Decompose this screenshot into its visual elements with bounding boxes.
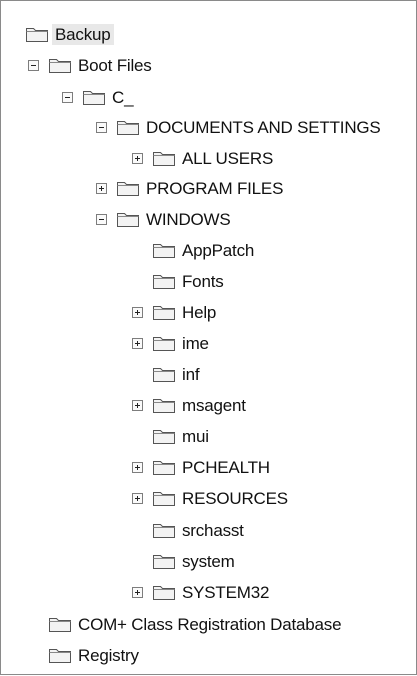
- toggle-spacer: [28, 619, 39, 630]
- tree-node-all-users[interactable]: ALL USERS: [132, 145, 273, 171]
- folder-icon: [152, 334, 176, 352]
- expand-toggle[interactable]: [132, 492, 143, 504]
- folder-icon: [116, 210, 140, 228]
- toggle-spacer: [28, 650, 39, 661]
- tree-node-label: DOCUMENTS AND SETTINGS: [146, 117, 381, 137]
- folder-icon: [48, 56, 72, 74]
- folder-icon: [82, 88, 106, 106]
- tree-node-resources[interactable]: RESOURCES: [132, 485, 288, 511]
- tree-node-mui[interactable]: mui: [132, 423, 209, 449]
- tree-node-ime[interactable]: ime: [132, 330, 209, 356]
- tree-node-label: PCHEALTH: [182, 457, 270, 477]
- tree-node-label: ALL USERS: [182, 148, 274, 168]
- toggle-spacer: [132, 556, 143, 567]
- folder-icon: [152, 272, 176, 290]
- tree-node-program-files[interactable]: PROGRAM FILES: [96, 175, 283, 201]
- tree-node-label: inf: [182, 364, 200, 384]
- expand-toggle[interactable]: [132, 152, 143, 164]
- folder-icon: [152, 458, 176, 476]
- folder-tree-panel: Backup Boot Files C_ DOCUMENTS AND SETTI…: [0, 0, 417, 675]
- tree-node-system32[interactable]: SYSTEM32: [132, 579, 269, 605]
- expand-toggle[interactable]: [132, 399, 143, 411]
- folder-icon: [152, 241, 176, 259]
- tree-node-label: Boot Files: [78, 55, 152, 75]
- tree-node-windows[interactable]: WINDOWS: [96, 206, 231, 232]
- tree-node-label: Backup: [52, 23, 114, 45]
- tree-node-label: srchasst: [182, 520, 244, 540]
- folder-icon: [152, 149, 176, 167]
- folder-icon: [152, 365, 176, 383]
- toggle-spacer: [132, 525, 143, 536]
- folder-icon: [152, 552, 176, 570]
- folder-icon: [152, 583, 176, 601]
- tree-node-label: PROGRAM FILES: [146, 178, 284, 198]
- tree-node-label: C_: [112, 87, 134, 107]
- collapse-toggle[interactable]: [62, 91, 73, 103]
- tree-node-label: WINDOWS: [146, 209, 231, 229]
- tree-node-label: Fonts: [182, 271, 224, 291]
- expand-toggle[interactable]: [132, 306, 143, 318]
- expand-toggle[interactable]: [96, 182, 107, 194]
- toggle-spacer: [132, 276, 143, 287]
- collapse-toggle[interactable]: [28, 59, 39, 71]
- folder-icon: [152, 521, 176, 539]
- tree-node-label: AppPatch: [182, 240, 255, 260]
- tree-node-backup[interactable]: Backup: [25, 21, 114, 47]
- folder-tree: Backup Boot Files C_ DOCUMENTS AND SETTI…: [1, 1, 417, 676]
- tree-node-label: msagent: [182, 395, 246, 415]
- tree-node-help[interactable]: Help: [132, 299, 216, 325]
- folder-icon: [152, 427, 176, 445]
- tree-node-label: Help: [182, 302, 217, 322]
- folder-icon: [48, 646, 72, 664]
- tree-node-c-drive[interactable]: C_: [62, 84, 134, 110]
- folder-icon: [116, 179, 140, 197]
- tree-node-inf[interactable]: inf: [132, 361, 200, 387]
- tree-node-label: ime: [182, 333, 209, 353]
- tree-node-fonts[interactable]: Fonts: [132, 268, 224, 294]
- folder-icon: [25, 25, 49, 43]
- tree-node-registry[interactable]: Registry: [28, 642, 139, 668]
- tree-node-documents-and-settings[interactable]: DOCUMENTS AND SETTINGS: [96, 114, 381, 140]
- expand-toggle[interactable]: [132, 586, 143, 598]
- toggle-spacer: [132, 369, 143, 380]
- tree-node-srchasst[interactable]: srchasst: [132, 517, 244, 543]
- collapse-toggle[interactable]: [96, 121, 107, 133]
- folder-icon: [152, 489, 176, 507]
- folder-icon: [152, 396, 176, 414]
- tree-node-label: SYSTEM32: [182, 582, 270, 602]
- tree-node-label: COM+ Class Registration Database: [78, 614, 342, 634]
- folder-icon: [152, 303, 176, 321]
- tree-node-label: system: [182, 551, 235, 571]
- tree-node-label: Registry: [78, 645, 139, 665]
- toggle-spacer: [132, 245, 143, 256]
- tree-node-pchealth[interactable]: PCHEALTH: [132, 454, 270, 480]
- tree-node-label: mui: [182, 426, 209, 446]
- toggle-spacer: [132, 431, 143, 442]
- tree-node-apppatch[interactable]: AppPatch: [132, 237, 254, 263]
- tree-node-boot-files[interactable]: Boot Files: [28, 52, 152, 78]
- expand-toggle[interactable]: [132, 461, 143, 473]
- tree-node-com-plus[interactable]: COM+ Class Registration Database: [28, 611, 342, 637]
- tree-node-label: RESOURCES: [182, 488, 288, 508]
- tree-node-msagent[interactable]: msagent: [132, 392, 246, 418]
- folder-icon: [48, 615, 72, 633]
- collapse-toggle[interactable]: [96, 213, 107, 225]
- folder-icon: [116, 118, 140, 136]
- tree-node-system[interactable]: system: [132, 548, 235, 574]
- expand-toggle[interactable]: [132, 337, 143, 349]
